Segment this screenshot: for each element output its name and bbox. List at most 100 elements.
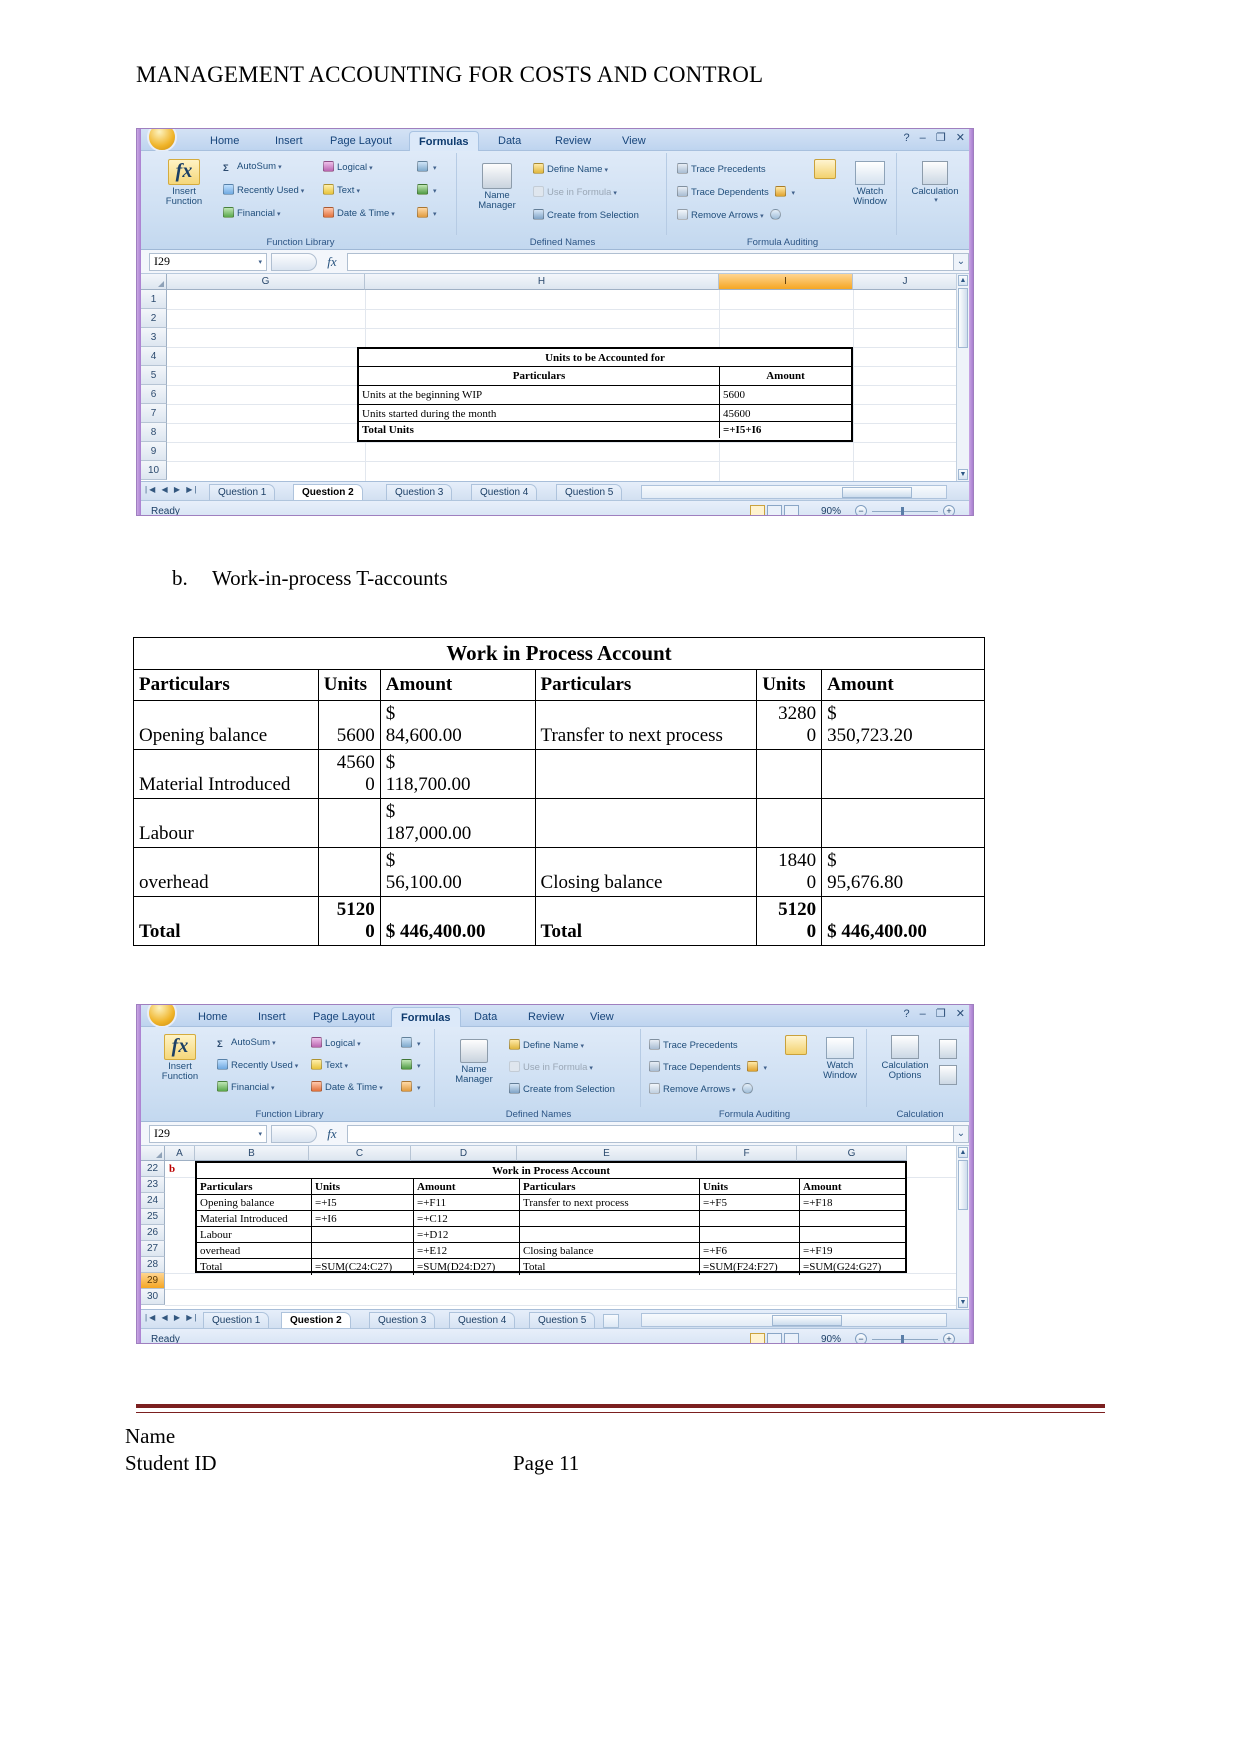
scroll-down-arrow-icon[interactable]: ▼ — [958, 469, 968, 480]
tab-insert-2[interactable]: Insert — [249, 1008, 295, 1027]
show-formulas-toggle[interactable] — [814, 159, 836, 179]
text-button-2[interactable]: Text ▾ — [311, 1059, 348, 1073]
math-trig-button-2[interactable]: ▾ — [401, 1059, 421, 1073]
date-time-button-2[interactable]: Date & Time ▾ — [311, 1081, 383, 1095]
select-all-corner-2[interactable] — [141, 1146, 165, 1161]
logical-button[interactable]: Logical ▾ — [323, 161, 373, 175]
restore-button-2[interactable]: ❐ — [936, 1008, 946, 1020]
scroll-up-arrow-icon[interactable]: ▲ — [958, 275, 968, 286]
insert-worksheet-icon[interactable] — [603, 1314, 619, 1328]
name-manager-button-2[interactable]: Name Manager — [447, 1039, 501, 1086]
evaluate-formula-icon[interactable] — [770, 209, 782, 220]
zoom-handle[interactable] — [901, 506, 905, 515]
column-header-A[interactable]: A — [165, 1146, 195, 1161]
watch-window-button[interactable]: Watch Window — [847, 161, 893, 208]
page-layout-view-button[interactable] — [767, 504, 782, 515]
column-header-F[interactable]: F — [697, 1146, 797, 1161]
insert-function-icon[interactable]: fx — [317, 254, 347, 270]
zoom-out-icon-2[interactable]: − — [855, 1333, 867, 1343]
watch-window-button-2[interactable]: Watch Window — [817, 1037, 863, 1082]
office-orb-icon[interactable] — [147, 129, 177, 152]
tab-formulas-2[interactable]: Formulas — [391, 1007, 461, 1027]
formula-input[interactable] — [347, 252, 953, 271]
zoom-handle-2[interactable] — [901, 1334, 905, 1343]
tab-insert[interactable]: Insert — [266, 132, 312, 151]
sheet-tab-question-3-2[interactable]: Question 3 — [369, 1312, 436, 1329]
tab-page-layout[interactable]: Page Layout — [321, 132, 401, 151]
sheet-tab-question-3[interactable]: Question 3 — [386, 484, 453, 501]
row-header-22[interactable]: 22 — [141, 1161, 165, 1177]
sheet-nav-arrows-2[interactable]: |◀ ◀ ▶ ▶| — [145, 1313, 198, 1322]
tab-home[interactable]: Home — [201, 132, 248, 151]
row-header-5[interactable]: 5 — [141, 366, 167, 385]
lookup-reference-button[interactable]: ▾ — [417, 161, 437, 175]
page-break-view-button-2[interactable] — [784, 1332, 799, 1343]
use-in-formula-button-2[interactable]: Use in Formula ▾ — [509, 1061, 593, 1075]
formula-input-2[interactable] — [347, 1124, 953, 1143]
financial-button[interactable]: Financial ▾ — [223, 207, 281, 221]
use-in-formula-button[interactable]: Use in Formula ▾ — [533, 186, 617, 200]
autosum-button[interactable]: Σ AutoSum ▾ — [223, 161, 282, 174]
row-header-1[interactable]: 1 — [141, 290, 167, 309]
restore-button[interactable]: ❐ — [936, 132, 946, 144]
page-layout-view-button-2[interactable] — [767, 1332, 782, 1343]
scroll-down-arrow-icon-2[interactable]: ▼ — [958, 1297, 968, 1308]
recently-used-button-2[interactable]: Recently Used ▾ — [217, 1059, 298, 1073]
zoom-slider[interactable]: − + — [855, 505, 955, 515]
vertical-scroll-thumb[interactable] — [958, 288, 968, 348]
sheet-tab-question-4-2[interactable]: Question 4 — [449, 1312, 516, 1329]
expand-formula-bar-icon[interactable]: ⌄ — [953, 252, 969, 271]
tab-formulas[interactable]: Formulas — [409, 131, 479, 151]
sheet-nav-arrows[interactable]: |◀ ◀ ▶ ▶| — [145, 485, 198, 494]
create-from-selection-button[interactable]: Create from Selection — [533, 209, 639, 222]
sheet-tab-question-1-2[interactable]: Question 1 — [203, 1312, 270, 1329]
spreadsheet-grid-bottom[interactable]: A B C D E F G 22 23 24 25 26 27 28 29 30… — [141, 1146, 969, 1309]
row-header-26[interactable]: 26 — [141, 1225, 165, 1241]
zoom-out-icon[interactable]: − — [855, 505, 867, 515]
name-box-chevron-icon[interactable]: ▾ — [258, 258, 262, 266]
name-manager-button[interactable]: Name Manager — [469, 163, 525, 212]
sheet-tab-question-2[interactable]: Question 2 — [293, 484, 363, 501]
column-header-J[interactable]: J — [853, 274, 958, 290]
row-header-2[interactable]: 2 — [141, 309, 167, 328]
cell-A22[interactable]: b — [169, 1162, 193, 1177]
tab-data[interactable]: Data — [489, 132, 530, 151]
select-all-corner[interactable] — [141, 274, 167, 290]
normal-view-button[interactable] — [750, 504, 765, 515]
tab-page-layout-2[interactable]: Page Layout — [304, 1008, 384, 1027]
page-break-view-button[interactable] — [784, 504, 799, 515]
column-header-G[interactable]: G — [797, 1146, 907, 1161]
row-header-29[interactable]: 29 — [141, 1273, 165, 1289]
horizontal-scroll-thumb[interactable] — [842, 487, 912, 498]
error-checking-icon-2[interactable] — [747, 1061, 759, 1072]
close-button[interactable]: ✕ — [956, 132, 965, 144]
column-header-E[interactable]: E — [517, 1146, 697, 1161]
sheet-tab-question-2-2[interactable]: Question 2 — [281, 1312, 351, 1329]
remove-arrows-button[interactable]: Remove Arrows ▾ — [677, 209, 784, 223]
vertical-scrollbar[interactable]: ▲ ▼ — [956, 274, 969, 481]
create-from-selection-button-2[interactable]: Create from Selection — [509, 1083, 615, 1096]
tab-review[interactable]: Review — [546, 132, 600, 151]
help-button-2[interactable]: ? — [903, 1008, 909, 1020]
evaluate-formula-icon-2[interactable] — [742, 1083, 754, 1094]
horizontal-scrollbar-2[interactable] — [641, 1313, 947, 1327]
office-orb-icon-2[interactable] — [147, 1005, 177, 1028]
column-header-D[interactable]: D — [411, 1146, 517, 1161]
calculate-now-button[interactable] — [939, 1039, 957, 1059]
row-header-4[interactable]: 4 — [141, 347, 167, 366]
date-time-button[interactable]: Date & Time ▾ — [323, 207, 395, 221]
error-checking-icon[interactable] — [775, 186, 787, 197]
row-header-23[interactable]: 23 — [141, 1177, 165, 1193]
autosum-button-2[interactable]: Σ AutoSum ▾ — [217, 1037, 276, 1050]
insert-function-icon-2[interactable]: fx — [317, 1126, 347, 1142]
vertical-scroll-thumb-2[interactable] — [958, 1160, 968, 1210]
tab-view-2[interactable]: View — [581, 1008, 623, 1027]
row-header-6[interactable]: 6 — [141, 385, 167, 404]
more-functions-button-2[interactable]: ▾ — [401, 1081, 421, 1095]
sheet-tab-question-4[interactable]: Question 4 — [471, 484, 538, 501]
minimize-button-2[interactable]: – — [920, 1008, 926, 1020]
row-header-10[interactable]: 10 — [141, 461, 167, 480]
calculate-sheet-button[interactable] — [939, 1065, 957, 1085]
normal-view-button-2[interactable] — [750, 1332, 765, 1343]
row-header-28[interactable]: 28 — [141, 1257, 165, 1273]
